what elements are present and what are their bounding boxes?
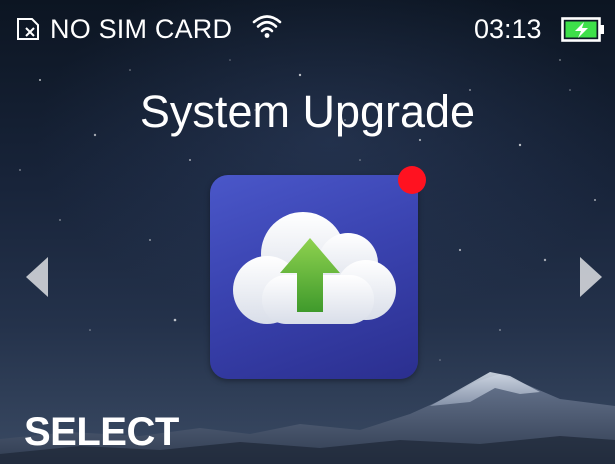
cloud-upload-icon	[233, 212, 396, 324]
wifi-icon	[252, 15, 282, 38]
system-upgrade-tile[interactable]	[210, 175, 418, 379]
status-bar: NO SIM CARD 03:13	[0, 0, 615, 60]
home-screen: NO SIM CARD 03:13 System Upgrade SELECT	[0, 0, 615, 464]
select-softkey[interactable]: SELECT	[24, 410, 179, 454]
page-title: System Upgrade	[139, 86, 476, 137]
chevron-left-icon[interactable]	[26, 257, 48, 297]
notification-dot	[398, 166, 426, 194]
sim-status-text: NO SIM CARD	[50, 14, 233, 44]
sim-card-off-icon	[17, 18, 39, 40]
clock: 03:13	[474, 14, 542, 44]
chevron-right-icon[interactable]	[580, 257, 602, 297]
battery-charging-icon	[561, 17, 604, 42]
